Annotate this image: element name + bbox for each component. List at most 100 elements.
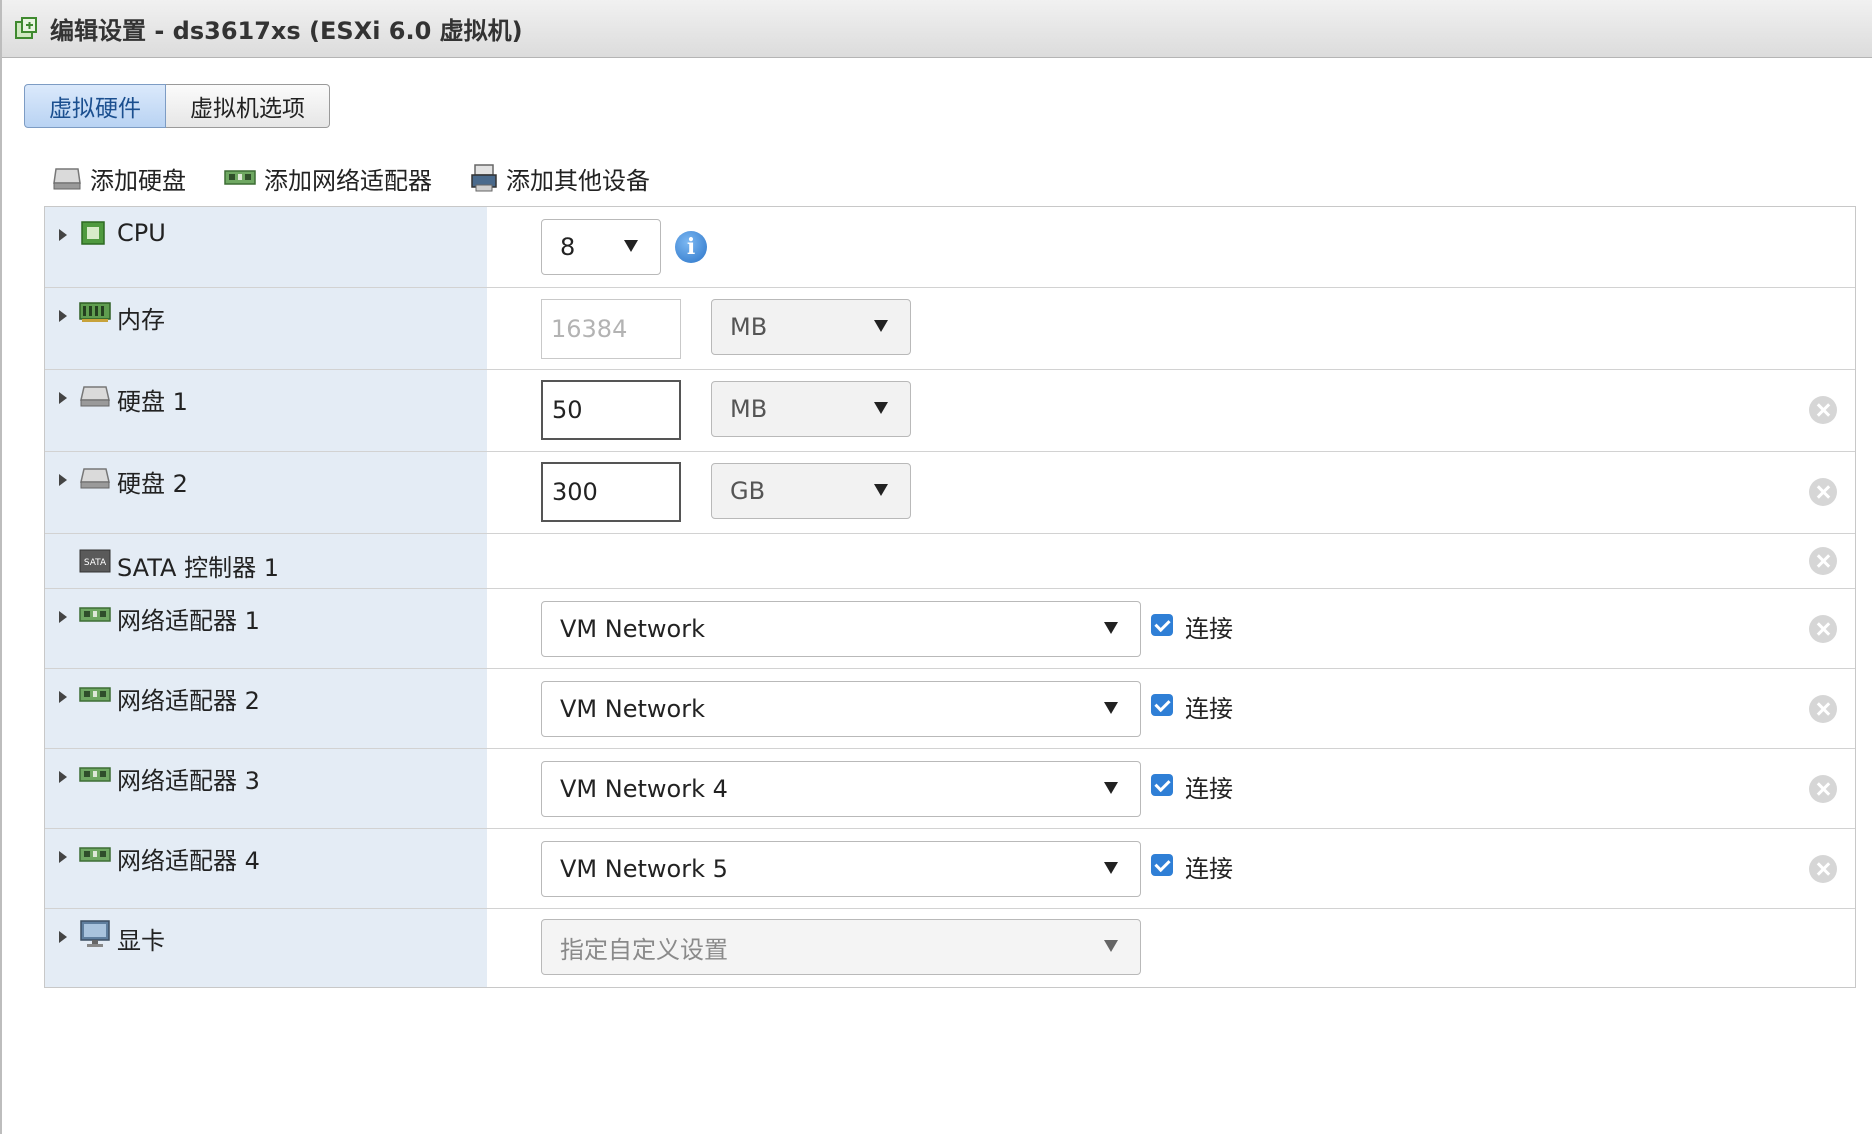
network-card-icon bbox=[224, 170, 256, 185]
chevron-down-icon bbox=[874, 320, 888, 332]
nic1-connect-label: 连接 bbox=[1185, 615, 1233, 643]
cpu-label: CPU bbox=[117, 219, 166, 247]
disk2-size-input[interactable]: 300 bbox=[541, 462, 681, 522]
hardware-toolbar: 添加硬盘 添加网络适配器 添加其他设备 bbox=[52, 158, 688, 198]
disk2-unit-select[interactable]: GB bbox=[711, 463, 911, 519]
video-label: 显卡 bbox=[117, 927, 165, 955]
expand-arrow-icon[interactable] bbox=[59, 229, 67, 241]
nic2-row: 网络适配器 2 VM Network 连接 bbox=[45, 669, 1855, 749]
nic2-value-cell: VM Network 连接 bbox=[499, 669, 1855, 748]
tab-vm-options[interactable]: 虚拟机选项 bbox=[166, 84, 330, 128]
sata-label-cell: SATA SATA 控制器 1 bbox=[45, 534, 487, 588]
nic4-network-value: VM Network 5 bbox=[560, 855, 728, 883]
nic3-row: 网络适配器 3 VM Network 4 连接 bbox=[45, 749, 1855, 829]
nic2-connect-checkbox[interactable] bbox=[1151, 694, 1173, 716]
cpu-value-cell: 8 i bbox=[499, 207, 1855, 287]
nic1-connect-checkbox[interactable] bbox=[1151, 614, 1173, 636]
vm-edit-icon bbox=[15, 16, 37, 39]
disk1-size-input[interactable]: 50 bbox=[541, 380, 681, 440]
chevron-down-icon bbox=[874, 402, 888, 414]
remove-icon[interactable] bbox=[1809, 775, 1837, 803]
network-card-icon bbox=[79, 687, 111, 702]
hard-disk-icon bbox=[53, 168, 81, 190]
remove-icon[interactable] bbox=[1809, 547, 1837, 575]
tab-virtual-hardware[interactable]: 虚拟硬件 bbox=[24, 84, 166, 128]
video-row: 显卡 指定自定义设置 bbox=[45, 909, 1855, 987]
remove-icon[interactable] bbox=[1809, 478, 1837, 506]
add-hard-disk-label: 添加硬盘 bbox=[90, 166, 186, 195]
nic3-label: 网络适配器 3 bbox=[117, 767, 260, 795]
edit-settings-window: 编辑设置 - ds3617xs (ESXi 6.0 虚拟机) 虚拟硬件 虚拟机选… bbox=[0, 0, 1872, 1134]
info-icon[interactable]: i bbox=[675, 231, 707, 263]
network-card-icon bbox=[79, 767, 111, 782]
memory-unit-select[interactable]: MB bbox=[711, 299, 911, 355]
title-bar: 编辑设置 - ds3617xs (ESXi 6.0 虚拟机) bbox=[2, 0, 1872, 58]
memory-unit-value: MB bbox=[730, 313, 768, 341]
expand-arrow-icon[interactable] bbox=[59, 392, 67, 404]
hard-disk-icon bbox=[80, 468, 110, 489]
nic3-network-select[interactable]: VM Network 4 bbox=[541, 761, 1141, 817]
add-other-device-button[interactable]: 添加其他设备 bbox=[470, 161, 650, 196]
nic1-value-cell: VM Network 连接 bbox=[499, 589, 1855, 668]
cpu-label-cell: CPU bbox=[45, 207, 487, 287]
disk1-value-cell: 50 MB bbox=[499, 370, 1855, 451]
window-title: 编辑设置 - ds3617xs (ESXi 6.0 虚拟机) bbox=[50, 17, 523, 45]
disk2-label: 硬盘 2 bbox=[117, 470, 188, 498]
expand-arrow-icon[interactable] bbox=[59, 310, 67, 322]
nic4-value-cell: VM Network 5 连接 bbox=[499, 829, 1855, 908]
expand-arrow-icon[interactable] bbox=[59, 691, 67, 703]
nic2-label-cell: 网络适配器 2 bbox=[45, 669, 487, 748]
hard-disk-icon bbox=[80, 386, 110, 407]
nic4-connect-checkbox[interactable] bbox=[1151, 854, 1173, 876]
nic2-network-select[interactable]: VM Network bbox=[541, 681, 1141, 737]
memory-row: 内存 16384 MB bbox=[45, 288, 1855, 370]
sata-label: SATA 控制器 1 bbox=[117, 554, 279, 582]
other-device-icon bbox=[471, 164, 497, 192]
network-card-icon bbox=[79, 847, 111, 862]
nic3-connect-checkbox[interactable] bbox=[1151, 774, 1173, 796]
remove-icon[interactable] bbox=[1809, 615, 1837, 643]
expand-arrow-icon[interactable] bbox=[59, 931, 67, 943]
chevron-down-icon bbox=[1104, 622, 1118, 634]
nic3-network-value: VM Network 4 bbox=[560, 775, 728, 803]
chevron-down-icon bbox=[1104, 702, 1118, 714]
video-settings-select[interactable]: 指定自定义设置 bbox=[541, 919, 1141, 975]
disk2-value-cell: 300 GB bbox=[499, 452, 1855, 533]
video-value-cell: 指定自定义设置 bbox=[499, 909, 1855, 987]
expand-arrow-icon[interactable] bbox=[59, 611, 67, 623]
disk1-unit-value: MB bbox=[730, 395, 768, 423]
nic4-network-select[interactable]: VM Network 5 bbox=[541, 841, 1141, 897]
nic1-label-cell: 网络适配器 1 bbox=[45, 589, 487, 668]
remove-icon[interactable] bbox=[1809, 396, 1837, 424]
video-settings-value: 指定自定义设置 bbox=[560, 935, 728, 964]
disk1-row: 硬盘 1 50 MB bbox=[45, 370, 1855, 452]
cpu-icon bbox=[81, 221, 105, 245]
disk1-unit-select[interactable]: MB bbox=[711, 381, 911, 437]
nic2-connect-label: 连接 bbox=[1185, 695, 1233, 723]
remove-icon[interactable] bbox=[1809, 695, 1837, 723]
nic3-label-cell: 网络适配器 3 bbox=[45, 749, 487, 828]
chevron-down-icon bbox=[1104, 940, 1118, 952]
disk2-row: 硬盘 2 300 GB bbox=[45, 452, 1855, 534]
expand-arrow-icon[interactable] bbox=[59, 771, 67, 783]
remove-icon[interactable] bbox=[1809, 855, 1837, 883]
add-network-adapter-button[interactable]: 添加网络适配器 bbox=[224, 161, 432, 196]
memory-size-input[interactable]: 16384 bbox=[541, 299, 681, 359]
chevron-down-icon bbox=[1104, 862, 1118, 874]
disk1-label: 硬盘 1 bbox=[117, 388, 188, 416]
cpu-count-select[interactable]: 8 bbox=[541, 219, 661, 275]
chevron-down-icon bbox=[624, 240, 638, 252]
disk1-label-cell: 硬盘 1 bbox=[45, 370, 487, 451]
chevron-down-icon bbox=[874, 484, 888, 496]
expand-arrow-icon[interactable] bbox=[59, 474, 67, 486]
add-other-device-label: 添加其他设备 bbox=[506, 166, 650, 195]
hardware-grid: CPU 8 i 内存 16384 MB 硬盘 1 50 MB 硬盘 2 300 … bbox=[44, 206, 1856, 988]
sata-icon: SATA bbox=[79, 549, 111, 573]
expand-arrow-icon[interactable] bbox=[59, 851, 67, 863]
nic4-row: 网络适配器 4 VM Network 5 连接 bbox=[45, 829, 1855, 909]
add-hard-disk-button[interactable]: 添加硬盘 bbox=[52, 161, 186, 196]
nic4-connect-label: 连接 bbox=[1185, 855, 1233, 883]
memory-icon bbox=[79, 302, 111, 322]
nic3-value-cell: VM Network 4 连接 bbox=[499, 749, 1855, 828]
nic1-network-select[interactable]: VM Network bbox=[541, 601, 1141, 657]
